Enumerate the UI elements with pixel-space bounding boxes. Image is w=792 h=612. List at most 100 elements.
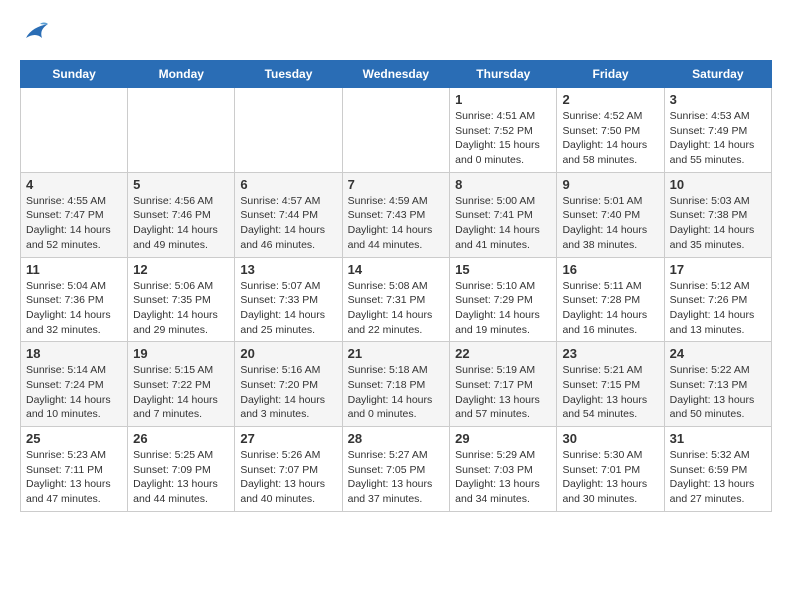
day-info: Sunrise: 5:32 AMSunset: 6:59 PMDaylight:… (670, 448, 766, 507)
calendar-day-cell: 28 Sunrise: 5:27 AMSunset: 7:05 PMDayligh… (342, 427, 450, 512)
header-day-monday: Monday (128, 61, 235, 88)
calendar-day-cell: 13 Sunrise: 5:07 AMSunset: 7:33 PMDayligh… (235, 257, 342, 342)
day-info: Sunrise: 5:15 AMSunset: 7:22 PMDaylight:… (133, 363, 229, 422)
calendar-day-cell: 10 Sunrise: 5:03 AMSunset: 7:38 PMDayligh… (664, 172, 771, 257)
day-info: Sunrise: 5:11 AMSunset: 7:28 PMDaylight:… (562, 279, 658, 338)
day-info: Sunrise: 4:51 AMSunset: 7:52 PMDaylight:… (455, 109, 551, 168)
day-info: Sunrise: 4:55 AMSunset: 7:47 PMDaylight:… (26, 194, 122, 253)
day-number: 8 (455, 177, 551, 192)
logo (20, 20, 50, 44)
day-number: 30 (562, 431, 658, 446)
calendar-day-cell (128, 88, 235, 173)
calendar-day-cell: 31Sunrise: 5:32 AMSunset: 6:59 PMDayligh… (664, 427, 771, 512)
logo-bird-icon (22, 20, 50, 44)
calendar-day-cell: 1 Sunrise: 4:51 AMSunset: 7:52 PMDaylight… (450, 88, 557, 173)
day-number: 10 (670, 177, 766, 192)
day-info: Sunrise: 4:53 AMSunset: 7:49 PMDaylight:… (670, 109, 766, 168)
day-info: Sunrise: 5:26 AMSunset: 7:07 PMDaylight:… (240, 448, 336, 507)
calendar-day-cell: 4 Sunrise: 4:55 AMSunset: 7:47 PMDaylight… (21, 172, 128, 257)
day-info: Sunrise: 5:12 AMSunset: 7:26 PMDaylight:… (670, 279, 766, 338)
day-number: 24 (670, 346, 766, 361)
calendar-day-cell: 19 Sunrise: 5:15 AMSunset: 7:22 PMDayligh… (128, 342, 235, 427)
day-info: Sunrise: 4:56 AMSunset: 7:46 PMDaylight:… (133, 194, 229, 253)
day-info: Sunrise: 5:18 AMSunset: 7:18 PMDaylight:… (348, 363, 445, 422)
day-info: Sunrise: 5:19 AMSunset: 7:17 PMDaylight:… (455, 363, 551, 422)
calendar-day-cell: 6 Sunrise: 4:57 AMSunset: 7:44 PMDaylight… (235, 172, 342, 257)
day-number: 12 (133, 262, 229, 277)
day-info: Sunrise: 5:30 AMSunset: 7:01 PMDaylight:… (562, 448, 658, 507)
calendar-day-cell: 30 Sunrise: 5:30 AMSunset: 7:01 PMDayligh… (557, 427, 664, 512)
day-number: 2 (562, 92, 658, 107)
day-info: Sunrise: 4:59 AMSunset: 7:43 PMDaylight:… (348, 194, 445, 253)
day-info: Sunrise: 5:10 AMSunset: 7:29 PMDaylight:… (455, 279, 551, 338)
calendar-day-cell: 2 Sunrise: 4:52 AMSunset: 7:50 PMDaylight… (557, 88, 664, 173)
day-info: Sunrise: 5:21 AMSunset: 7:15 PMDaylight:… (562, 363, 658, 422)
calendar-day-cell: 15 Sunrise: 5:10 AMSunset: 7:29 PMDayligh… (450, 257, 557, 342)
calendar-day-cell: 27 Sunrise: 5:26 AMSunset: 7:07 PMDayligh… (235, 427, 342, 512)
day-number: 17 (670, 262, 766, 277)
day-number: 15 (455, 262, 551, 277)
calendar-week-row: 1 Sunrise: 4:51 AMSunset: 7:52 PMDaylight… (21, 88, 772, 173)
calendar-day-cell: 29Sunrise: 5:29 AMSunset: 7:03 PMDayligh… (450, 427, 557, 512)
calendar-day-cell: 26Sunrise: 5:25 AMSunset: 7:09 PMDayligh… (128, 427, 235, 512)
day-number: 19 (133, 346, 229, 361)
calendar-week-row: 11 Sunrise: 5:04 AMSunset: 7:36 PMDayligh… (21, 257, 772, 342)
calendar-day-cell: 22 Sunrise: 5:19 AMSunset: 7:17 PMDayligh… (450, 342, 557, 427)
day-info: Sunrise: 4:52 AMSunset: 7:50 PMDaylight:… (562, 109, 658, 168)
header-day-saturday: Saturday (664, 61, 771, 88)
day-number: 4 (26, 177, 122, 192)
header-day-sunday: Sunday (21, 61, 128, 88)
calendar-day-cell (21, 88, 128, 173)
day-info: Sunrise: 5:01 AMSunset: 7:40 PMDaylight:… (562, 194, 658, 253)
header-day-wednesday: Wednesday (342, 61, 450, 88)
calendar-day-cell: 20 Sunrise: 5:16 AMSunset: 7:20 PMDayligh… (235, 342, 342, 427)
calendar-day-cell: 12 Sunrise: 5:06 AMSunset: 7:35 PMDayligh… (128, 257, 235, 342)
day-info: Sunrise: 5:16 AMSunset: 7:20 PMDaylight:… (240, 363, 336, 422)
day-info: Sunrise: 5:27 AMSunset: 7:05 PMDaylight:… (348, 448, 445, 507)
day-info: Sunrise: 5:06 AMSunset: 7:35 PMDaylight:… (133, 279, 229, 338)
day-number: 5 (133, 177, 229, 192)
day-number: 28 (348, 431, 445, 446)
day-number: 22 (455, 346, 551, 361)
day-number: 25 (26, 431, 122, 446)
calendar-day-cell: 8 Sunrise: 5:00 AMSunset: 7:41 PMDaylight… (450, 172, 557, 257)
day-info: Sunrise: 5:00 AMSunset: 7:41 PMDaylight:… (455, 194, 551, 253)
day-info: Sunrise: 5:14 AMSunset: 7:24 PMDaylight:… (26, 363, 122, 422)
calendar-day-cell: 16 Sunrise: 5:11 AMSunset: 7:28 PMDayligh… (557, 257, 664, 342)
day-info: Sunrise: 4:57 AMSunset: 7:44 PMDaylight:… (240, 194, 336, 253)
day-number: 27 (240, 431, 336, 446)
day-info: Sunrise: 5:23 AMSunset: 7:11 PMDaylight:… (26, 448, 122, 507)
calendar-week-row: 4 Sunrise: 4:55 AMSunset: 7:47 PMDaylight… (21, 172, 772, 257)
day-number: 11 (26, 262, 122, 277)
day-number: 21 (348, 346, 445, 361)
calendar-week-row: 25 Sunrise: 5:23 AMSunset: 7:11 PMDayligh… (21, 427, 772, 512)
day-number: 16 (562, 262, 658, 277)
day-number: 13 (240, 262, 336, 277)
day-number: 29 (455, 431, 551, 446)
day-info: Sunrise: 5:04 AMSunset: 7:36 PMDaylight:… (26, 279, 122, 338)
calendar-day-cell: 7 Sunrise: 4:59 AMSunset: 7:43 PMDaylight… (342, 172, 450, 257)
day-number: 9 (562, 177, 658, 192)
header-day-thursday: Thursday (450, 61, 557, 88)
calendar-day-cell: 23 Sunrise: 5:21 AMSunset: 7:15 PMDayligh… (557, 342, 664, 427)
calendar-day-cell: 14Sunrise: 5:08 AMSunset: 7:31 PMDayligh… (342, 257, 450, 342)
calendar-day-cell (342, 88, 450, 173)
calendar-day-cell: 25 Sunrise: 5:23 AMSunset: 7:11 PMDayligh… (21, 427, 128, 512)
day-info: Sunrise: 5:22 AMSunset: 7:13 PMDaylight:… (670, 363, 766, 422)
calendar-day-cell: 5 Sunrise: 4:56 AMSunset: 7:46 PMDaylight… (128, 172, 235, 257)
day-info: Sunrise: 5:03 AMSunset: 7:38 PMDaylight:… (670, 194, 766, 253)
day-number: 23 (562, 346, 658, 361)
calendar-day-cell: 9 Sunrise: 5:01 AMSunset: 7:40 PMDaylight… (557, 172, 664, 257)
calendar-day-cell: 21 Sunrise: 5:18 AMSunset: 7:18 PMDayligh… (342, 342, 450, 427)
day-info: Sunrise: 5:07 AMSunset: 7:33 PMDaylight:… (240, 279, 336, 338)
day-number: 1 (455, 92, 551, 107)
calendar-day-cell: 24 Sunrise: 5:22 AMSunset: 7:13 PMDayligh… (664, 342, 771, 427)
calendar-table: SundayMondayTuesdayWednesdayThursdayFrid… (20, 60, 772, 512)
calendar-day-cell (235, 88, 342, 173)
day-number: 7 (348, 177, 445, 192)
day-number: 6 (240, 177, 336, 192)
calendar-day-cell: 11 Sunrise: 5:04 AMSunset: 7:36 PMDayligh… (21, 257, 128, 342)
day-number: 20 (240, 346, 336, 361)
day-number: 18 (26, 346, 122, 361)
day-number: 26 (133, 431, 229, 446)
